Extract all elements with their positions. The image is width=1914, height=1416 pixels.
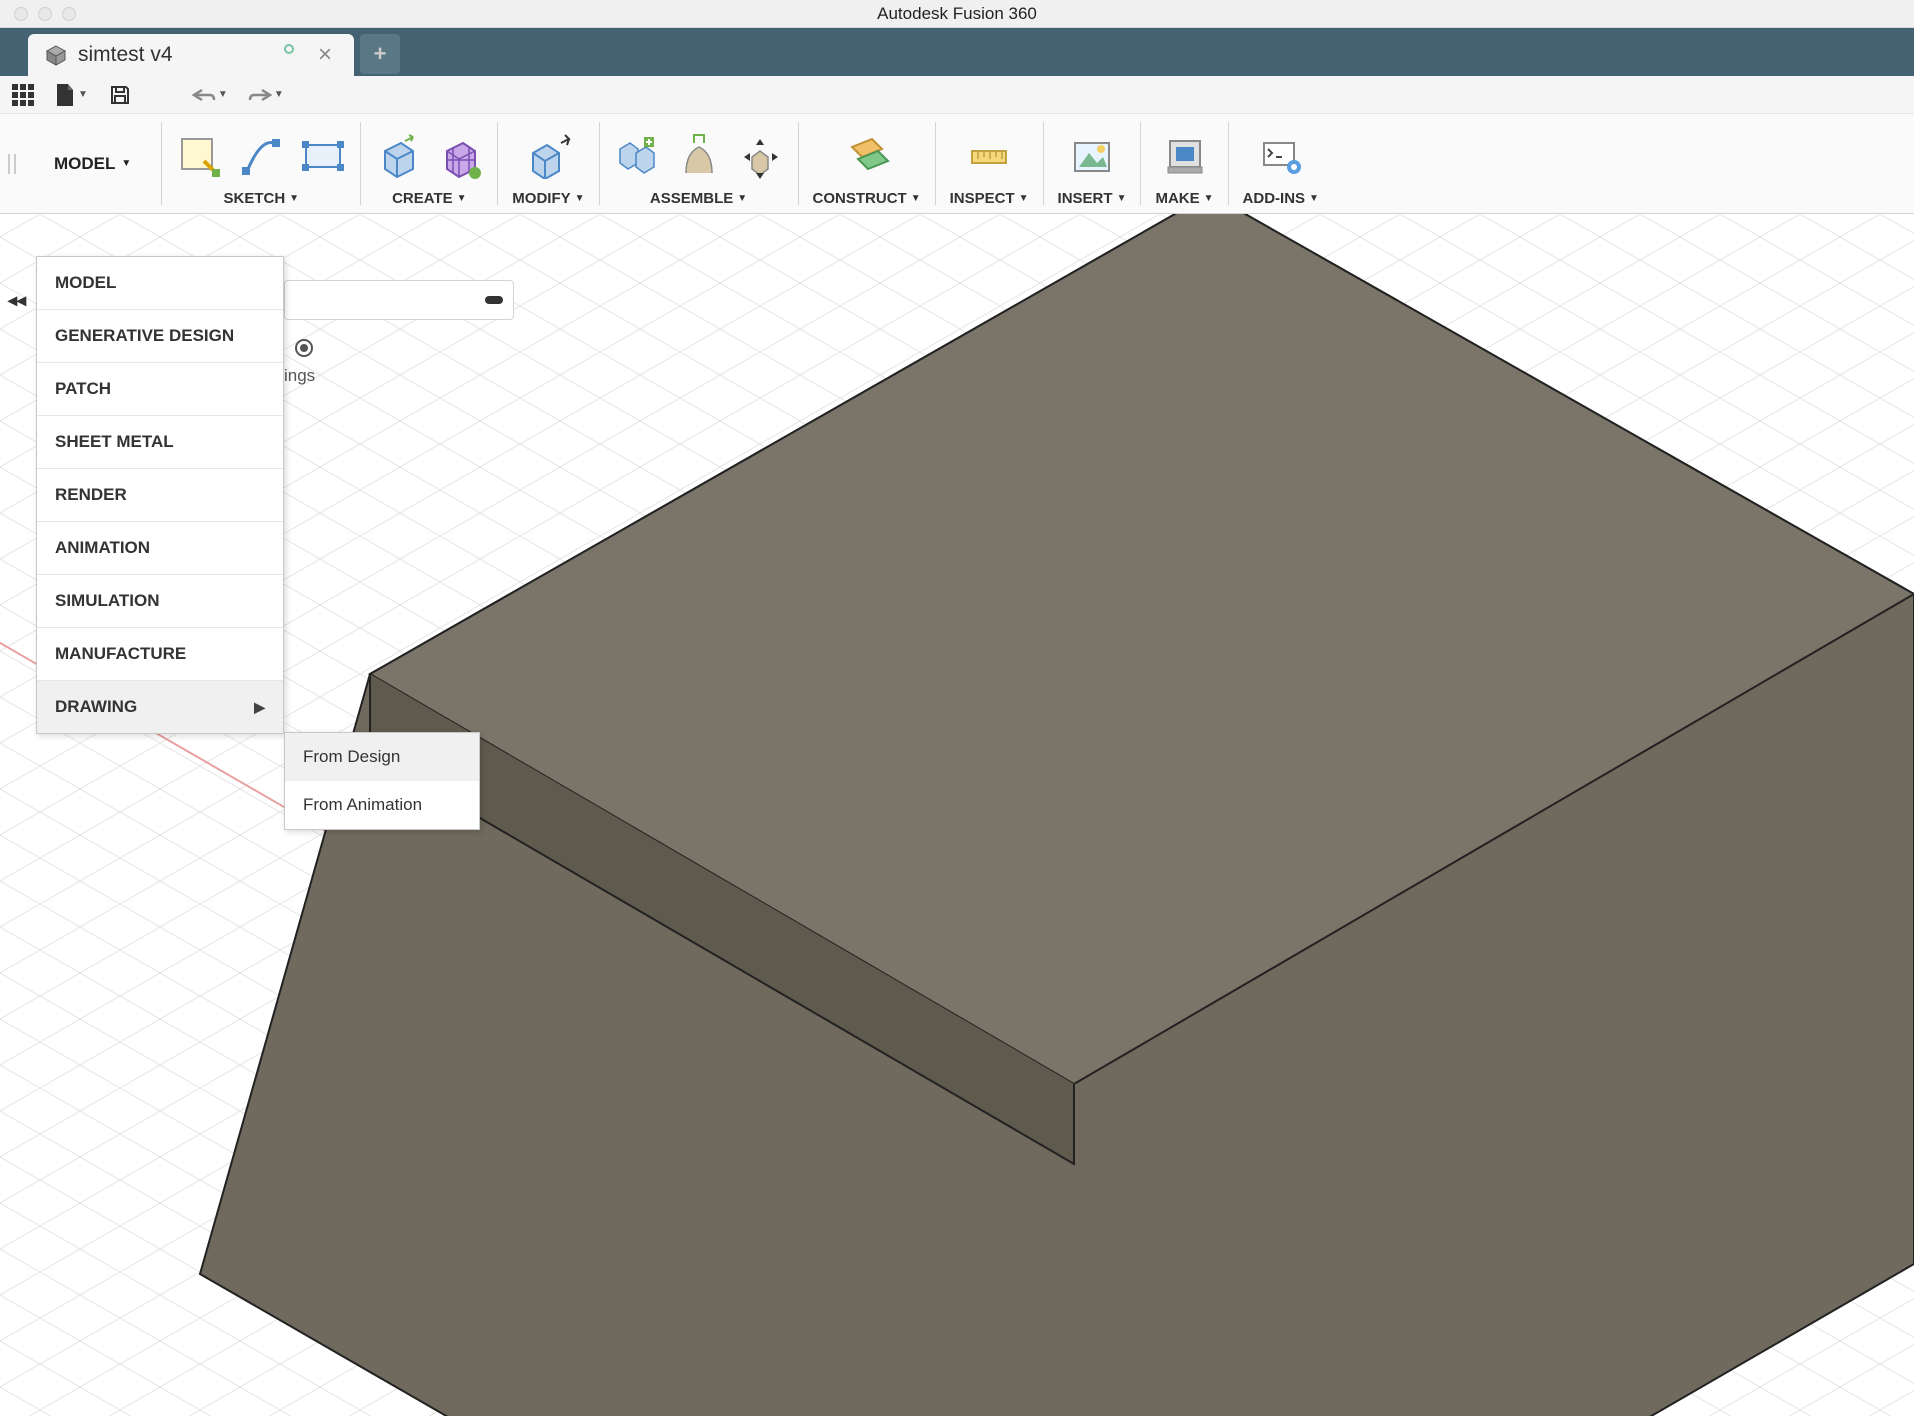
- save-icon: [108, 83, 132, 107]
- make-group: MAKE▼: [1141, 114, 1227, 213]
- undo-icon: [192, 86, 216, 104]
- undo-button[interactable]: ▼: [192, 86, 228, 104]
- document-tab[interactable]: simtest v4 ×: [28, 34, 354, 76]
- workspace-menu: MODEL GENERATIVE DESIGN PATCH SHEET META…: [36, 256, 284, 734]
- new-component-button[interactable]: [614, 133, 660, 179]
- assemble-dropdown[interactable]: ASSEMBLE▼: [650, 190, 747, 207]
- minimize-window-icon[interactable]: [38, 7, 52, 21]
- close-tab-icon[interactable]: ×: [312, 41, 338, 69]
- quick-access-bar: ▼ ▼ ▼: [0, 76, 1914, 114]
- titlebar: Autodesk Fusion 360: [0, 0, 1914, 28]
- make-dropdown[interactable]: MAKE▼: [1155, 190, 1213, 207]
- data-panel-button[interactable]: [12, 84, 34, 106]
- save-button[interactable]: [108, 83, 132, 107]
- close-window-icon[interactable]: [14, 7, 28, 21]
- ellipsis-icon: [485, 296, 503, 304]
- chevron-right-icon: ▶: [254, 699, 265, 716]
- modify-dropdown[interactable]: MODIFY▼: [512, 190, 584, 207]
- file-icon: [54, 82, 76, 108]
- plus-icon: +: [374, 41, 387, 67]
- file-menu-button[interactable]: ▼: [54, 82, 88, 108]
- main-toolbar: MODEL ▼ SKETCH▼ CREATE▼ MODIFY▼ ASSEM: [0, 114, 1914, 214]
- line-button[interactable]: [238, 133, 284, 179]
- move-button[interactable]: [738, 133, 784, 179]
- new-tab-button[interactable]: +: [360, 34, 400, 74]
- drawing-submenu: From Design From Animation: [284, 732, 480, 830]
- tabbar: simtest v4 × +: [0, 28, 1914, 76]
- workspace-item-render[interactable]: RENDER: [37, 469, 283, 522]
- scripts-button[interactable]: [1258, 133, 1304, 179]
- browser-search[interactable]: [284, 280, 514, 320]
- insert-group: INSERT▼: [1044, 114, 1141, 213]
- insert-dropdown[interactable]: INSERT▼: [1058, 190, 1127, 207]
- workspace-item-patch[interactable]: PATCH: [37, 363, 283, 416]
- redo-button[interactable]: ▼: [248, 86, 284, 104]
- press-pull-button[interactable]: [525, 133, 571, 179]
- workspace-dropdown-button[interactable]: MODEL ▼: [24, 114, 161, 213]
- rectangle-button[interactable]: [300, 133, 346, 179]
- workspace-item-model[interactable]: MODEL: [37, 257, 283, 310]
- inspect-group: INSPECT▼: [936, 114, 1043, 213]
- form-button[interactable]: [437, 133, 483, 179]
- construct-plane-button[interactable]: [844, 133, 890, 179]
- construct-group: CONSTRUCT▼: [799, 114, 935, 213]
- insert-button[interactable]: [1069, 133, 1115, 179]
- workspace-item-manufacture[interactable]: MANUFACTURE: [37, 628, 283, 681]
- toolbar-handle[interactable]: [0, 114, 24, 213]
- sketch-group: SKETCH▼: [162, 114, 360, 213]
- chevron-down-icon: ▼: [121, 158, 131, 169]
- app-title: Autodesk Fusion 360: [877, 4, 1037, 24]
- workspace-item-sheetmetal[interactable]: SHEET METAL: [37, 416, 283, 469]
- tab-label: simtest v4: [78, 43, 302, 67]
- grid-icon: [12, 84, 34, 106]
- workspace-item-generative[interactable]: GENERATIVE DESIGN: [37, 310, 283, 363]
- create-sketch-button[interactable]: [176, 133, 222, 179]
- sketch-dropdown[interactable]: SKETCH▼: [224, 190, 300, 207]
- maximize-window-icon[interactable]: [62, 7, 76, 21]
- drawing-from-animation[interactable]: From Animation: [285, 781, 479, 829]
- make-button[interactable]: [1162, 133, 1208, 179]
- rewind-button[interactable]: ◂◂: [8, 290, 26, 311]
- radio-icon[interactable]: [284, 330, 324, 366]
- measure-button[interactable]: [966, 133, 1012, 179]
- workspace-item-drawing[interactable]: DRAWING ▶: [37, 681, 283, 733]
- browser-item-fragment: ings: [284, 366, 315, 386]
- box-button[interactable]: [375, 133, 421, 179]
- create-group: CREATE▼: [361, 114, 497, 213]
- window-controls: [0, 7, 76, 21]
- create-dropdown[interactable]: CREATE▼: [392, 190, 466, 207]
- workspace-label: MODEL: [54, 154, 115, 174]
- addins-dropdown[interactable]: ADD-INS▼: [1243, 190, 1319, 207]
- joint-button[interactable]: [676, 133, 722, 179]
- workspace-item-animation[interactable]: ANIMATION: [37, 522, 283, 575]
- drawing-from-design[interactable]: From Design: [285, 733, 479, 781]
- cube-icon: [44, 43, 68, 67]
- redo-icon: [248, 86, 272, 104]
- inspect-dropdown[interactable]: INSPECT▼: [950, 190, 1029, 207]
- workspace-item-simulation[interactable]: SIMULATION: [37, 575, 283, 628]
- assemble-group: ASSEMBLE▼: [600, 114, 798, 213]
- addins-group: ADD-INS▼: [1229, 114, 1333, 213]
- unsaved-indicator-icon: [284, 44, 294, 54]
- construct-dropdown[interactable]: CONSTRUCT▼: [813, 190, 921, 207]
- modify-group: MODIFY▼: [498, 114, 598, 213]
